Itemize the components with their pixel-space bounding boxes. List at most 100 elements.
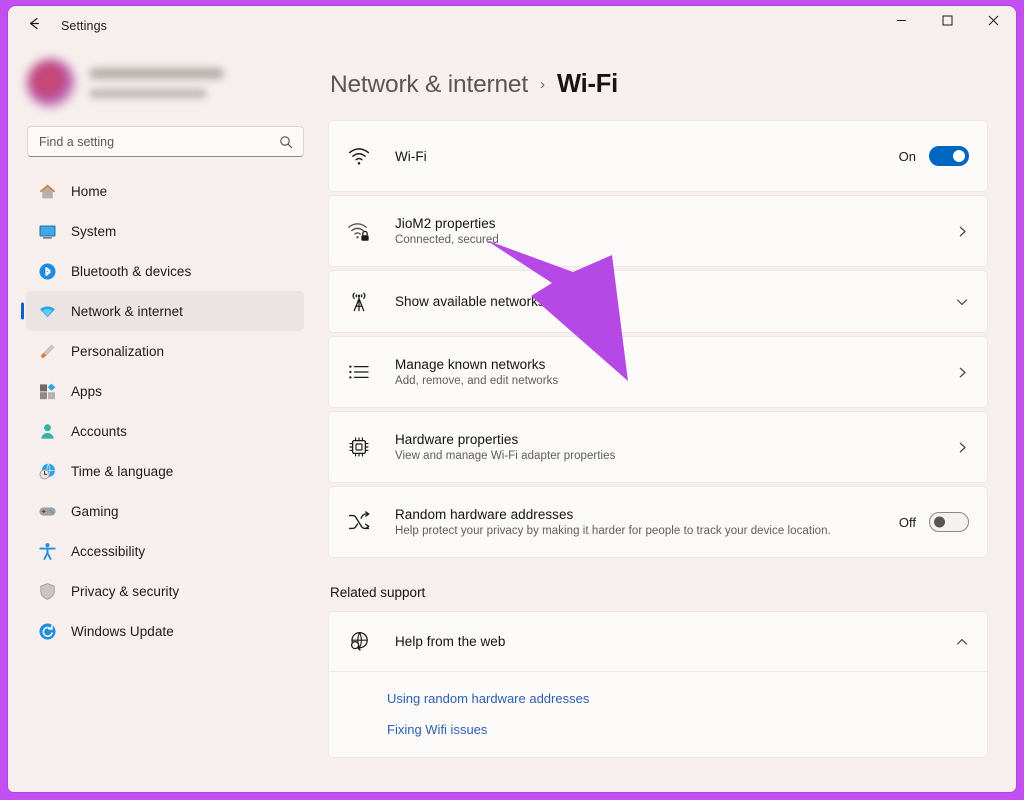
profile-name-redacted xyxy=(89,68,224,79)
bluetooth-icon xyxy=(37,261,57,281)
search-box[interactable] xyxy=(27,126,304,157)
card-title: Manage known networks xyxy=(395,357,546,372)
back-button[interactable] xyxy=(17,11,51,41)
sidebar-item-network-internet[interactable]: Network & internet xyxy=(26,291,304,331)
chevron-right-icon[interactable] xyxy=(956,441,969,454)
annotated-window-frame: Settings Find a setting Home System Blue… xyxy=(0,0,1024,800)
sidebar: Home System xyxy=(8,46,320,792)
card-wifi[interactable]: Wi-Fi On xyxy=(328,120,988,192)
card-title: Wi-Fi xyxy=(395,148,427,164)
card-manage-known-networks[interactable]: Manage known networks Add, remove, and e… xyxy=(328,336,988,408)
maximize-button[interactable] xyxy=(924,6,970,38)
title-bar: Settings xyxy=(8,6,1016,46)
minimize-icon xyxy=(896,13,907,31)
toggle-knob xyxy=(953,150,965,162)
apps-icon xyxy=(37,381,57,401)
shield-icon xyxy=(37,581,57,601)
card-title: JioM2 properties xyxy=(395,216,496,231)
wifi-toggle-state: On xyxy=(898,148,916,164)
user-profile[interactable] xyxy=(21,46,320,120)
sidebar-item-label: Accessibility xyxy=(71,543,146,559)
sidebar-item-label: Bluetooth & devices xyxy=(71,263,192,279)
card-text: Help from the web xyxy=(395,634,955,649)
window-body: Home System xyxy=(8,46,1016,792)
random-mac-toggle-state: Off xyxy=(898,514,916,530)
sidebar-item-label: Privacy & security xyxy=(71,583,180,599)
close-button[interactable] xyxy=(970,6,1016,38)
broadcast-tower-icon xyxy=(346,289,372,315)
search-icon xyxy=(279,135,293,149)
chevron-right-icon: › xyxy=(539,76,545,93)
card-subtitle: Connected, secured xyxy=(395,234,499,246)
sidebar-item-bluetooth[interactable]: Bluetooth & devices xyxy=(26,251,304,291)
sidebar-item-accounts[interactable]: Accounts xyxy=(26,411,304,451)
card-control xyxy=(956,225,969,238)
accessibility-icon xyxy=(37,541,57,561)
help-from-web-header[interactable]: Help from the web xyxy=(329,612,987,671)
sidebar-item-label: Time & language xyxy=(71,463,174,479)
card-control xyxy=(956,441,969,454)
search-input[interactable] xyxy=(28,134,248,149)
settings-window: Settings Find a setting Home System Blue… xyxy=(8,6,1016,792)
card-text: Show available networks xyxy=(395,294,955,309)
card-random-hardware-addresses[interactable]: Random hardware addresses Help protect y… xyxy=(328,486,988,558)
paintbrush-icon xyxy=(37,341,57,361)
sidebar-item-privacy-security[interactable]: Privacy & security xyxy=(26,571,304,611)
card-text: Random hardware addresses Help protect y… xyxy=(395,507,899,537)
close-icon xyxy=(988,13,999,31)
card-show-available-networks[interactable]: Show available networks xyxy=(328,270,988,333)
card-control xyxy=(955,635,969,649)
sidebar-item-apps[interactable]: Apps xyxy=(26,371,304,411)
sidebar-item-gaming[interactable]: Gaming xyxy=(26,491,304,531)
home-icon xyxy=(37,181,57,201)
sidebar-item-personalization[interactable]: Personalization xyxy=(26,331,304,371)
card-jiom2-properties[interactable]: JioM2 properties Connected, secured xyxy=(328,195,988,267)
card-text: Manage known networks Add, remove, and e… xyxy=(395,357,956,387)
help-link[interactable]: Fixing Wifi issues xyxy=(387,722,487,737)
help-from-web-card: Help from the web Using random hardware … xyxy=(328,611,988,758)
shuffle-icon xyxy=(346,509,372,535)
chevron-right-icon[interactable] xyxy=(956,366,969,379)
minimize-button[interactable] xyxy=(878,6,924,38)
random-mac-toggle[interactable] xyxy=(929,512,969,532)
sidebar-item-accessibility[interactable]: Accessibility xyxy=(26,531,304,571)
wifi-icon xyxy=(346,143,372,169)
card-title: Help from the web xyxy=(395,634,506,649)
card-text: Wi-Fi xyxy=(395,149,899,164)
person-icon xyxy=(37,421,57,441)
card-control xyxy=(956,366,969,379)
card-text: Hardware properties View and manage Wi-F… xyxy=(395,432,956,462)
card-title: Random hardware addresses xyxy=(395,507,574,522)
chevron-up-icon[interactable] xyxy=(955,635,969,649)
card-subtitle: Help protect your privacy by making it h… xyxy=(395,525,831,537)
sidebar-nav: Home System Bluetooth & devices Network … xyxy=(21,171,320,651)
card-hardware-properties[interactable]: Hardware properties View and manage Wi-F… xyxy=(328,411,988,483)
back-arrow-icon xyxy=(26,15,43,37)
clock-globe-icon xyxy=(37,461,57,481)
gamepad-icon xyxy=(37,501,57,521)
card-subtitle: View and manage Wi-Fi adapter properties xyxy=(395,450,616,462)
system-icon xyxy=(37,221,57,241)
card-control xyxy=(955,295,969,309)
card-title: Hardware properties xyxy=(395,432,519,447)
breadcrumb: Network & internet › Wi-Fi xyxy=(328,46,1016,99)
help-links-list: Using random hardware addresses Fixing W… xyxy=(329,671,987,757)
chevron-right-icon[interactable] xyxy=(956,225,969,238)
sidebar-item-windows-update[interactable]: Windows Update xyxy=(26,611,304,651)
sidebar-item-label: Accounts xyxy=(71,423,127,439)
sidebar-item-time-language[interactable]: Time & language xyxy=(26,451,304,491)
sidebar-item-home[interactable]: Home xyxy=(26,171,304,211)
main-content: Network & internet › Wi-Fi Wi-Fi On JioM… xyxy=(320,46,1016,792)
wifi-toggle[interactable] xyxy=(929,146,969,166)
globe-search-icon xyxy=(346,629,372,655)
card-text: JioM2 properties Connected, secured xyxy=(395,216,956,246)
chevron-down-icon[interactable] xyxy=(955,295,969,309)
sidebar-item-label: Personalization xyxy=(71,343,165,359)
breadcrumb-parent-link[interactable]: Network & internet xyxy=(330,71,528,99)
profile-email-redacted xyxy=(89,89,207,98)
help-link[interactable]: Using random hardware addresses xyxy=(387,691,589,706)
sidebar-item-system[interactable]: System xyxy=(26,211,304,251)
list-icon xyxy=(346,359,372,385)
card-title: Show available networks xyxy=(395,294,545,309)
profile-text xyxy=(89,68,224,98)
